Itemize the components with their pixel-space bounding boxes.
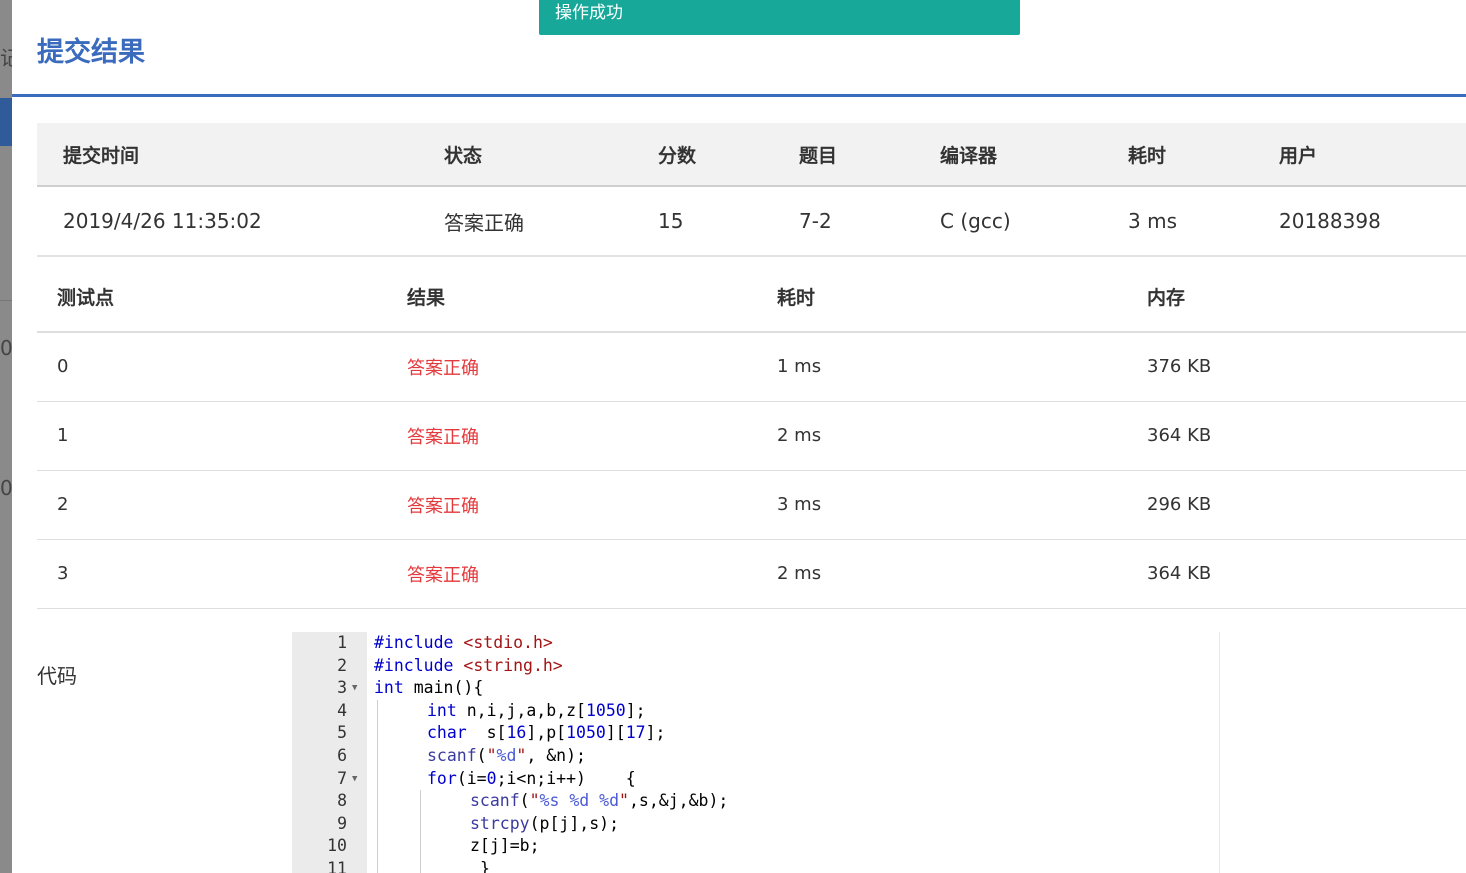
test-time: 2 ms: [777, 401, 1147, 471]
line-number: 5: [337, 723, 347, 743]
test-memory: 364 KB: [1147, 401, 1466, 471]
table-row: 1 答案正确 2 ms 364 KB: [37, 401, 1466, 471]
modal-title: 提交结果: [37, 37, 145, 68]
code-line: int main(){: [374, 678, 484, 698]
code-line: strcpy(p[j],s);: [470, 813, 620, 833]
code-label: 代码: [37, 664, 77, 688]
test-id: 2: [37, 470, 407, 540]
col-submit-time: 提交时间: [37, 123, 444, 187]
page-backdrop: 记 0 0: [0, 0, 20, 873]
backdrop-divider: [0, 300, 12, 301]
line-number: 6: [337, 746, 347, 765]
line-number: 11: [327, 859, 347, 873]
code-line: #include <stdio.h>: [374, 633, 553, 652]
backdrop-nav-block: [0, 98, 12, 146]
col-test-point: 测试点: [37, 262, 407, 333]
success-toast: 操作成功: [539, 0, 1020, 35]
submission-summary-table: 提交时间 状态 分数 题目 编译器 耗时 用户 2019/4/26 11:35:…: [37, 123, 1466, 257]
submit-time: 2019/4/26 11:35:02: [37, 186, 444, 257]
line-number: 7: [337, 768, 347, 788]
line-number: 4: [337, 700, 347, 720]
col-status: 状态: [444, 123, 658, 187]
line-number: 1: [337, 633, 347, 652]
code-line: char s[16],p[1050][17];: [427, 723, 666, 743]
tests-header-row: 测试点 结果 耗时 内存: [37, 262, 1466, 333]
col-compiler: 编译器: [940, 123, 1128, 187]
fold-toggle-icon[interactable]: ▼: [352, 677, 357, 700]
submission-result-modal: 提交结果 提交时间 状态 分数 题目 编译器 耗时 用户 2019/4/26 1…: [12, 0, 1466, 873]
test-time: 2 ms: [777, 539, 1147, 609]
code-line: for(i=0;i<n;i++) {: [427, 768, 636, 788]
line-number: 3: [337, 678, 347, 698]
line-number: 10: [327, 836, 347, 856]
test-id: 0: [37, 332, 407, 402]
col-problem: 题目: [799, 123, 940, 187]
code-editor[interactable]: 1 2 3 ▼ 4 5 6 7 ▼ 8 9 10 11 #include <st…: [292, 632, 1220, 873]
code-line: #include <string.h>: [374, 655, 563, 675]
table-row: 2 答案正确 3 ms 296 KB: [37, 470, 1466, 540]
compiler-value: C (gcc): [940, 186, 1128, 257]
test-memory: 376 KB: [1147, 332, 1466, 402]
test-time: 3 ms: [777, 470, 1147, 540]
line-number: 2: [337, 655, 347, 675]
indent-guide: [377, 699, 378, 873]
col-memory: 内存: [1147, 262, 1466, 333]
table-row: 3 答案正确 2 ms 364 KB: [37, 539, 1466, 609]
code-line: int n,i,j,a,b,z[1050];: [427, 700, 646, 720]
summary-header-row: 提交时间 状态 分数 题目 编译器 耗时 用户: [37, 123, 1466, 187]
code-line: z[j]=b;: [470, 836, 540, 856]
status-badge: 答案正确: [444, 186, 658, 257]
test-id: 1: [37, 401, 407, 471]
problem-link[interactable]: 7-2: [799, 186, 940, 257]
test-result: 答案正确: [407, 332, 777, 402]
col-user: 用户: [1279, 123, 1466, 187]
fold-toggle-icon[interactable]: ▼: [352, 768, 357, 791]
col-time: 耗时: [777, 262, 1147, 333]
backdrop-text: 0: [0, 476, 13, 500]
test-result: 答案正确: [407, 539, 777, 609]
test-memory: 296 KB: [1147, 470, 1466, 540]
col-score: 分数: [658, 123, 799, 187]
line-number: 8: [337, 791, 347, 811]
score-value: 15: [658, 186, 799, 257]
code-line: }: [480, 859, 490, 873]
test-result: 答案正确: [407, 401, 777, 471]
code-line: scanf("%d", &n);: [427, 746, 586, 765]
test-time: 1 ms: [777, 332, 1147, 402]
test-result: 答案正确: [407, 470, 777, 540]
col-result: 结果: [407, 262, 777, 333]
test-memory: 364 KB: [1147, 539, 1466, 609]
test-cases-table: 测试点 结果 耗时 内存 0 答案正确 1 ms 376 KB 1 答案正确 2…: [37, 262, 1466, 609]
code-line: scanf("%s %d %d",s,&j,&b);: [470, 791, 729, 811]
line-number: 9: [337, 813, 347, 833]
table-row: 0 答案正确 1 ms 376 KB: [37, 332, 1466, 402]
duration-value: 3 ms: [1128, 186, 1279, 257]
indent-guide: [420, 790, 421, 873]
user-value: 20188398: [1279, 186, 1466, 257]
table-row: 2019/4/26 11:35:02 答案正确 15 7-2 C (gcc) 3…: [37, 186, 1466, 257]
test-id: 3: [37, 539, 407, 609]
col-duration: 耗时: [1128, 123, 1279, 187]
backdrop-text: 0: [0, 336, 13, 360]
